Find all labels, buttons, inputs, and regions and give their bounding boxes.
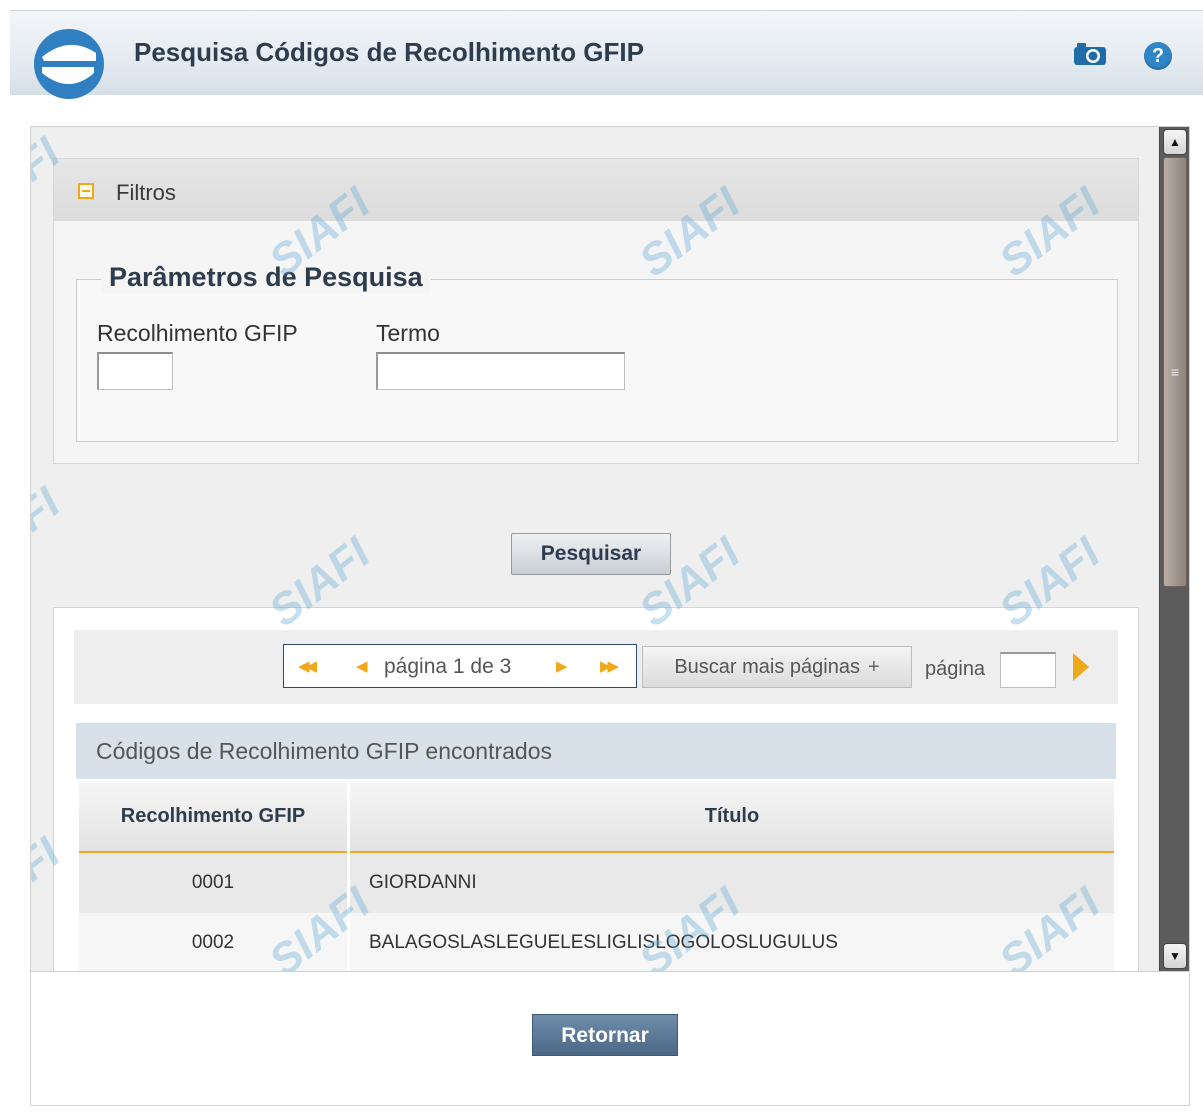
termo-input[interactable]: [376, 352, 625, 390]
filter-header[interactable]: Filtros: [54, 159, 1138, 221]
fieldset-legend: Parâmetros de Pesquisa: [101, 262, 431, 293]
next-page-icon[interactable]: ▶: [556, 657, 568, 675]
filter-label: Filtros: [116, 180, 176, 205]
page-jump-label: página: [925, 658, 986, 680]
footer-divider: [31, 971, 1189, 972]
table-row[interactable]: 0002 BALAGOSLASLEGUELESLIGLISLOGOLOSLUGU…: [79, 913, 1114, 971]
scroll-down-icon[interactable]: ▼: [1163, 943, 1187, 969]
pagination-control: ◀◀ ◀ página 1 de 3 ▶ ▶▶: [283, 644, 637, 688]
column-separator: [347, 781, 350, 971]
cell-titulo: BALAGOSLASLEGUELESLIGLISLOGOLOSLUGULUS: [369, 932, 838, 953]
results-table-caption: Códigos de Recolhimento GFIP encontrados: [76, 723, 1116, 779]
help-icon[interactable]: ?: [1144, 42, 1172, 70]
column-header-titulo[interactable]: Título: [350, 781, 1114, 853]
codigo-input[interactable]: [97, 352, 173, 390]
page-indicator: página 1 de 3: [384, 655, 512, 678]
plus-icon: +: [867, 655, 880, 678]
last-page-icon[interactable]: ▶▶: [600, 657, 619, 675]
cell-codigo: 0002: [191, 932, 235, 953]
table-row[interactable]: 0001 GIORDANNI: [79, 853, 1114, 913]
collapse-icon[interactable]: [78, 183, 94, 199]
prev-page-icon[interactable]: ◀: [356, 657, 368, 675]
vertical-scrollbar[interactable]: ▲ ≡ ▼: [1159, 127, 1189, 971]
go-arrow-icon[interactable]: [1073, 653, 1089, 681]
page-jump-input[interactable]: [1000, 652, 1056, 688]
more-pages-label: Buscar mais páginas: [674, 655, 860, 678]
scroll-up-icon[interactable]: ▲: [1163, 129, 1187, 155]
return-button[interactable]: Retornar: [532, 1014, 678, 1056]
pagination-bar: ◀◀ ◀ página 1 de 3 ▶ ▶▶ Buscar mais pági…: [74, 630, 1118, 704]
results-panel: ◀◀ ◀ página 1 de 3 ▶ ▶▶ Buscar mais pági…: [53, 607, 1139, 971]
siafi-logo-icon: [34, 29, 104, 99]
search-button[interactable]: Pesquisar: [511, 533, 671, 575]
more-pages-button[interactable]: Buscar mais páginas +: [642, 646, 912, 688]
codigo-label: Recolhimento GFIP: [97, 320, 298, 346]
termo-label: Termo: [376, 320, 440, 346]
scrollbar-thumb[interactable]: ≡: [1163, 157, 1187, 587]
column-header-codigo[interactable]: Recolhimento GFIP: [79, 781, 347, 853]
page-title: Pesquisa Códigos de Recolhimento GFIP: [134, 37, 644, 67]
filter-panel: Filtros Parâmetros de Pesquisa Recolhime…: [53, 158, 1139, 464]
search-parameters-fieldset: Parâmetros de Pesquisa Recolhimento GFIP…: [76, 262, 1118, 442]
scroll-content: Filtros Parâmetros de Pesquisa Recolhime…: [31, 127, 1159, 971]
cell-codigo: 0001: [191, 872, 235, 893]
camera-icon[interactable]: [1072, 41, 1108, 67]
page-header: Pesquisa Códigos de Recolhimento GFIP ?: [10, 11, 1203, 99]
cell-titulo: GIORDANNI: [369, 872, 477, 893]
first-page-icon[interactable]: ◀◀: [298, 657, 317, 675]
